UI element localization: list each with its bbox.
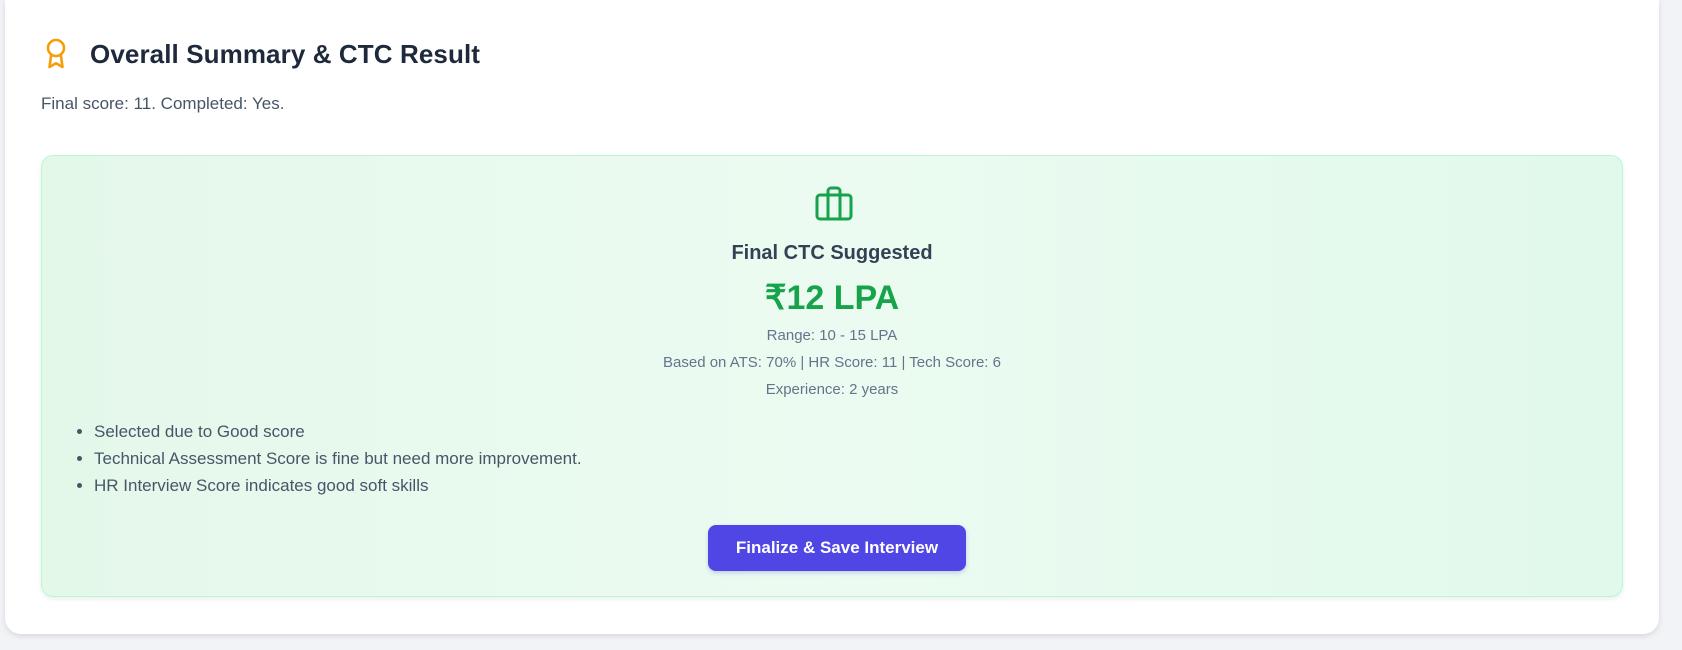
ctc-range: Range: 10 - 15 LPA [766,327,898,344]
list-item: Technical Assessment Score is fine but n… [94,445,582,472]
page-title: Overall Summary & CTC Result [90,38,481,69]
ctc-label: Final CTC Suggested [731,242,933,264]
ctc-basis: Based on ATS: 70% | HR Score: 11 | Tech … [663,354,1001,371]
final-score-text: Final score: 11. Completed: Yes. [41,94,285,113]
finalize-save-button[interactable]: Finalize & Save Interview [708,525,966,571]
award-icon [43,38,69,70]
experience-text: Experience: 2 years [765,381,899,398]
list-item: Selected due to Good score [94,418,582,445]
summary-header: Overall Summary & CTC Result [43,38,480,70]
briefcase-icon [814,184,854,224]
summary-card: Overall Summary & CTC Result Final score… [5,0,1659,634]
ctc-value: ₹12 LPA [764,279,900,317]
reasons-list: Selected due to Good score Technical Ass… [68,418,582,499]
ctc-result-panel: Final CTC Suggested ₹12 LPA Range: 10 - … [41,155,1623,597]
list-item: HR Interview Score indicates good soft s… [94,472,582,499]
